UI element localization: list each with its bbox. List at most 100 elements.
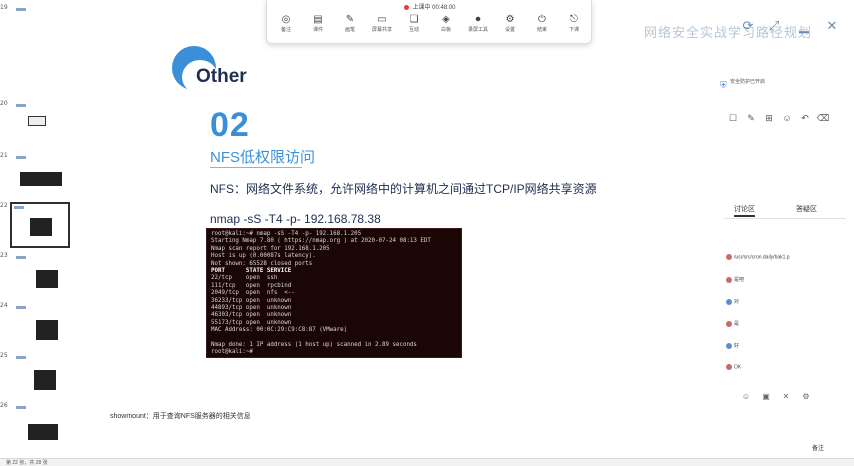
tab-qa[interactable]: 答疑区: [796, 204, 817, 214]
emoji-icon[interactable]: ☺: [736, 392, 756, 401]
slide-thumbnail-pane[interactable]: 19 20 21 22 23 24 25 26: [0, 0, 96, 458]
speaker-icon: ◎: [281, 14, 291, 25]
notes-button[interactable]: 备注: [812, 443, 842, 453]
side-panel: ⛨ 安全防护已开启 ☐ ✎ ⊞ ☺ ↶ ⌫ 讨论区 答疑区 /usr/src/cron.d…: [716, 62, 854, 458]
toolbar-button-leave[interactable]: ⎋ 下课: [561, 14, 587, 40]
thumbnail-number: 26: [0, 402, 8, 409]
terminal-line: 44893/tcp open unknown: [211, 305, 292, 312]
thumbnail-number: 22: [0, 202, 8, 209]
screen-share-icon: ▭: [377, 14, 387, 25]
toolbar-button-screen-share[interactable]: ▭ 屏幕共享: [369, 14, 395, 40]
security-label: 安全防护已开启: [730, 79, 766, 85]
whiteboard-icon: ◈: [442, 14, 450, 25]
thumbnail-number: 19: [0, 4, 8, 11]
chat-tabs: 讨论区 答疑区: [724, 204, 846, 218]
thumbnail-image: [10, 202, 70, 248]
avatar: [726, 364, 732, 370]
thumbnail-25[interactable]: 25: [0, 352, 96, 398]
thumbnail-26[interactable]: 26: [0, 402, 96, 448]
thumbnail-image: [14, 304, 66, 342]
terminal-line: Starting Nmap 7.80 ( https://nmap.org ) …: [211, 238, 431, 245]
pen-tool-icon[interactable]: ✎: [742, 113, 760, 124]
exit-icon: ⎋: [570, 14, 578, 25]
tab-divider: [724, 218, 846, 219]
refresh-icon[interactable]: ⟳: [738, 16, 758, 36]
terminal-line: 36233/tcp open unknown: [211, 297, 292, 304]
thumbnail-24[interactable]: 24: [0, 302, 96, 348]
clear-icon[interactable]: ✕: [776, 392, 796, 401]
class-timer: 上课中 00:48:00: [412, 5, 456, 11]
toolbar-button-pen[interactable]: ✎ 画笔: [337, 14, 363, 40]
terminal-line: Not shown: 65528 closed ports: [211, 260, 313, 267]
expand-icon[interactable]: ⤢: [764, 16, 784, 36]
tab-discussion[interactable]: 讨论区: [734, 204, 755, 217]
terminal-line: Host is up (0.00087s latency).: [211, 253, 316, 260]
grid-tool-icon[interactable]: ⊞: [760, 113, 778, 124]
power-icon: ⏻: [538, 14, 546, 25]
toolbar-button-settings[interactable]: ⚙ 设置: [497, 14, 523, 40]
record-icon: ⏺: [475, 14, 481, 25]
toolbar-button-notes[interactable]: ◎ 备注: [273, 14, 299, 40]
clipboard-icon: ❏: [409, 14, 419, 25]
avatar: [726, 254, 732, 260]
avatar: [726, 298, 732, 305]
toolbar-button-end[interactable]: ⏻ 结束: [529, 14, 555, 40]
avatar: [726, 276, 732, 283]
terminal-line: root@kali:~#: [211, 349, 257, 356]
toolbar-button-interact[interactable]: ❏ 互动: [401, 14, 427, 40]
thumbnail-number: 23: [0, 252, 8, 259]
side-bottom-tools: ☺ ▣ ✕ ⚙: [736, 392, 836, 401]
section-logo-text: Other: [196, 66, 247, 87]
thumbnail-image: [14, 6, 66, 44]
terminal-line: root@kali:~# nmap -sS -T4 -p- 192.168.1.…: [211, 231, 362, 237]
chat-message: 对: [726, 298, 739, 305]
thumbnail-number: 24: [0, 302, 8, 309]
section-title: NFS低权限访问: [210, 149, 316, 166]
thumbnail-image: [14, 354, 66, 392]
section-underline: [210, 167, 302, 168]
avatar: [726, 320, 732, 327]
thumbnail-20[interactable]: 20: [0, 100, 96, 146]
thumbnail-21[interactable]: 21: [0, 152, 96, 198]
toolbar-button-whiteboard[interactable]: ◈ 白板: [433, 14, 459, 40]
terminal-line: 22/tcp open ssh: [211, 275, 278, 282]
terminal-line: 2049/tcp open nfs <--: [211, 290, 295, 297]
undo-tool-icon[interactable]: ↶: [796, 113, 814, 124]
chat-message: OK: [726, 364, 741, 370]
chat-message: /usr/src/cron.daily/bak1.p: [726, 254, 790, 260]
thumbnail-number: 21: [0, 152, 8, 159]
square-tool-icon[interactable]: ☐: [724, 113, 742, 124]
side-tool-row: ☐ ✎ ⊞ ☺ ↶ ⌫: [724, 108, 846, 124]
close-icon[interactable]: ✕: [822, 16, 842, 36]
document-icon: ▤: [313, 14, 323, 25]
thumbnail-23[interactable]: 23: [0, 252, 96, 298]
section-number: 02: [210, 106, 250, 144]
image-icon[interactable]: ▣: [756, 392, 776, 401]
thumbnail-image: [14, 102, 66, 140]
app-window: 19 20 21 22 23 24 25 26 Other 02 NFS低权限访…: [0, 0, 854, 466]
thumbnail-image: [14, 404, 66, 442]
class-toolbar: 上课中 00:48:00 ◎ 备注 ▤ 课件 ✎ 画笔 ▭ 屏幕共享 ❏ 互动 ◈ 白板 ⏺…: [266, 0, 592, 44]
terminal-line: 46303/tcp open unknown: [211, 312, 292, 319]
chat-message: 是: [726, 320, 739, 327]
terminal-line: MAC Address: 00:0C:29:C9:C8:87 (VMware): [211, 327, 348, 334]
minimize-icon[interactable]: ▁: [794, 16, 814, 36]
slide-command: nmap -sS -T4 -p- 192.168.78.38: [210, 212, 381, 226]
status-bar: 第 22 张，共 28 张: [0, 458, 854, 466]
gear-icon: ⚙: [505, 14, 515, 25]
terminal-screenshot: root@kali:~# nmap -sS -T4 -p- 192.168.1.…: [206, 228, 462, 358]
terminal-line: PORT STATE SERVICE: [211, 268, 292, 275]
thumbnail-19[interactable]: 19: [0, 4, 96, 50]
toolbar-button-slides[interactable]: ▤ 课件: [305, 14, 331, 40]
eraser-tool-icon[interactable]: ⌫: [814, 113, 832, 124]
toolbar-button-record[interactable]: ⏺ 录屏工具: [465, 14, 491, 40]
thumbnail-22[interactable]: 22: [0, 202, 96, 248]
thumbnail-number: 20: [0, 100, 8, 107]
chat-message: 是吧: [726, 276, 744, 283]
settings-icon[interactable]: ⚙: [796, 392, 816, 401]
terminal-line: 55173/tcp open unknown: [211, 319, 292, 326]
emoji-tool-icon[interactable]: ☺: [778, 113, 796, 123]
terminal-line: Nmap done: 1 IP address (1 host up) scan…: [211, 342, 417, 349]
terminal-line: Nmap scan report for 192.168.1.205: [211, 245, 330, 252]
